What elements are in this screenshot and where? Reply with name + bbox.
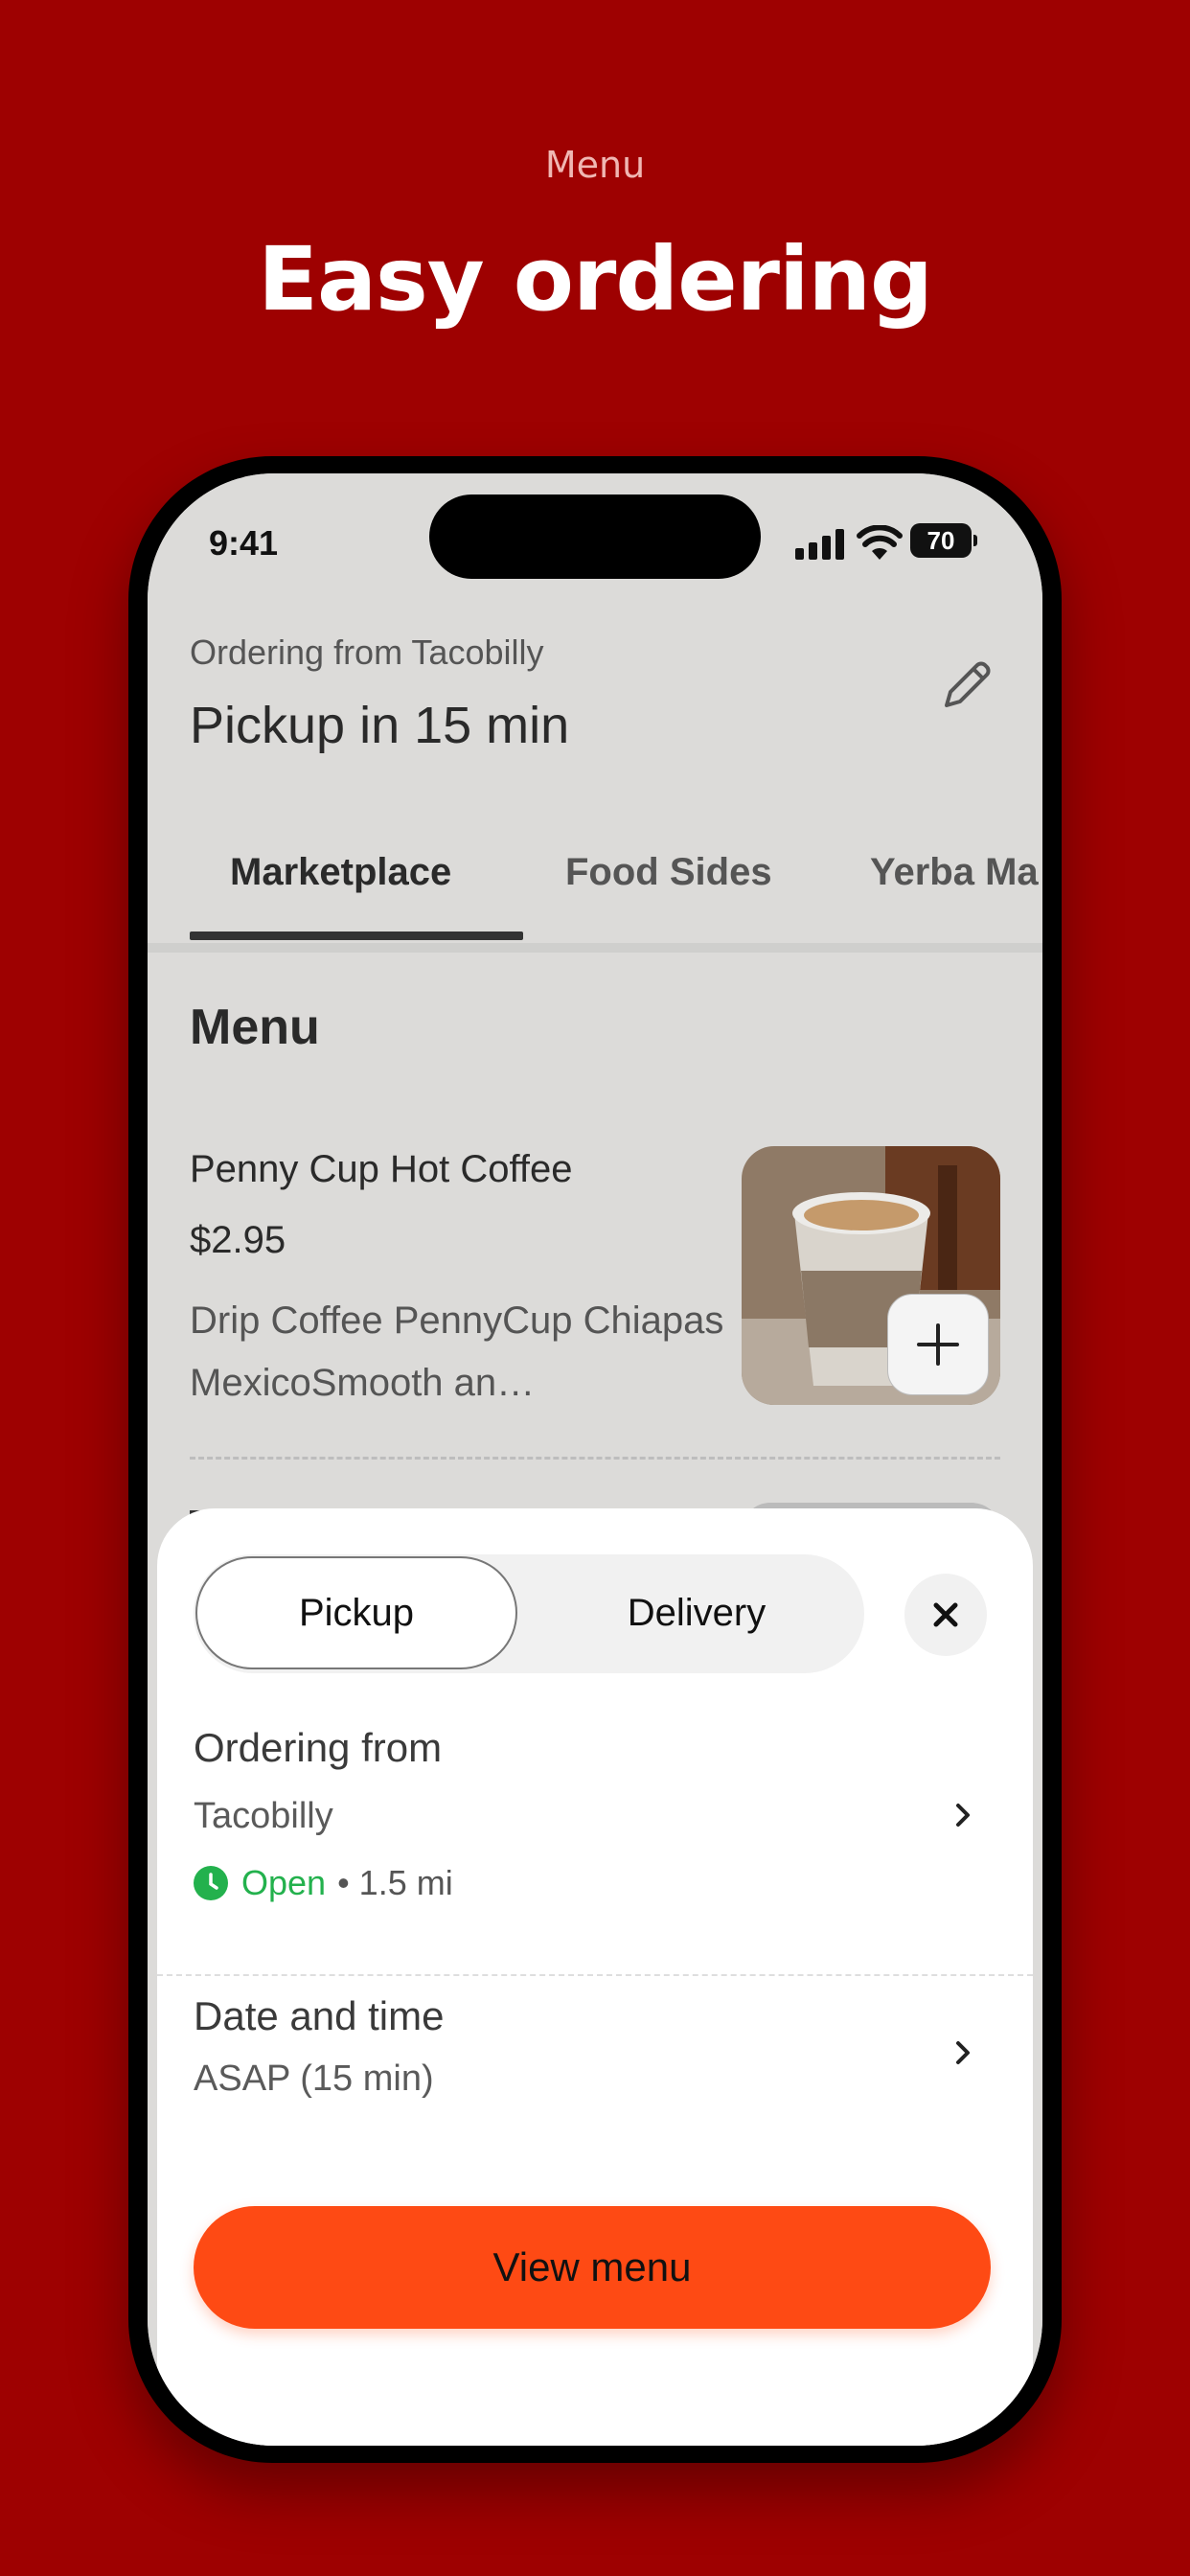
menu-section-title: Menu <box>190 1000 320 1055</box>
phone-frame: 9:41 70 Ordering from Tacobilly Pickup i… <box>128 456 1062 2463</box>
open-status: Open • 1.5 mi <box>194 1863 453 1903</box>
status-time: 9:41 <box>209 523 279 563</box>
ordering-from-label: Ordering from Tacobilly <box>190 632 544 672</box>
tab-food-sides[interactable]: Food Sides <box>565 851 772 894</box>
tab-yerba-mate[interactable]: Yerba Ma <box>870 851 1039 894</box>
location-value: Tacobilly <box>194 1796 333 1836</box>
datetime-value: ASAP (15 min) <box>194 2058 434 2099</box>
close-icon <box>933 1602 958 1627</box>
active-tab-indicator <box>190 932 523 940</box>
pickup-option[interactable]: Pickup <box>195 1556 517 1669</box>
battery-icon: 70 <box>910 523 977 558</box>
phone-screen: 9:41 70 Ordering from Tacobilly Pickup i… <box>148 473 1042 2446</box>
chevron-right-icon <box>956 2041 970 2064</box>
fulfillment-toggle: Pickup Delivery <box>194 1554 864 1673</box>
promo-eyebrow: Menu <box>544 144 646 186</box>
delivery-option[interactable]: Delivery <box>538 1556 855 1669</box>
item-description: Drip Coffee PennyCup Chiapas MexicoSmoot… <box>190 1300 724 1404</box>
signal-icon <box>795 529 847 560</box>
pickup-time-title: Pickup in 15 min <box>190 697 570 754</box>
pencil-icon[interactable] <box>933 652 1000 719</box>
dynamic-island <box>429 494 761 579</box>
add-item-button[interactable] <box>887 1294 989 1395</box>
wifi-icon <box>857 525 903 560</box>
tab-marketplace[interactable]: Marketplace <box>230 851 451 894</box>
location-label: Ordering from <box>194 1725 443 1770</box>
close-button[interactable] <box>904 1574 987 1656</box>
item-price: $2.95 <box>190 1219 286 1261</box>
clock-icon <box>194 1866 228 1900</box>
chevron-right-icon <box>956 1804 970 1827</box>
app-screen: 9:41 70 Ordering from Tacobilly Pickup i… <box>148 473 1042 2446</box>
open-status-text: Open <box>241 1863 327 1902</box>
view-menu-button[interactable]: View menu <box>194 2206 991 2329</box>
menu-item-divider <box>190 1457 1000 1460</box>
sheet-divider <box>157 1974 1033 1976</box>
item-name: Penny Cup Hot Coffee <box>190 1148 573 1190</box>
plus-icon <box>917 1323 959 1366</box>
distance-text: • 1.5 mi <box>337 1863 453 1902</box>
datetime-label: Date and time <box>194 1993 445 2038</box>
promo-headline: Easy ordering <box>258 228 933 331</box>
order-settings-sheet: Pickup Delivery Ordering from Tacobilly <box>157 1508 1033 2446</box>
